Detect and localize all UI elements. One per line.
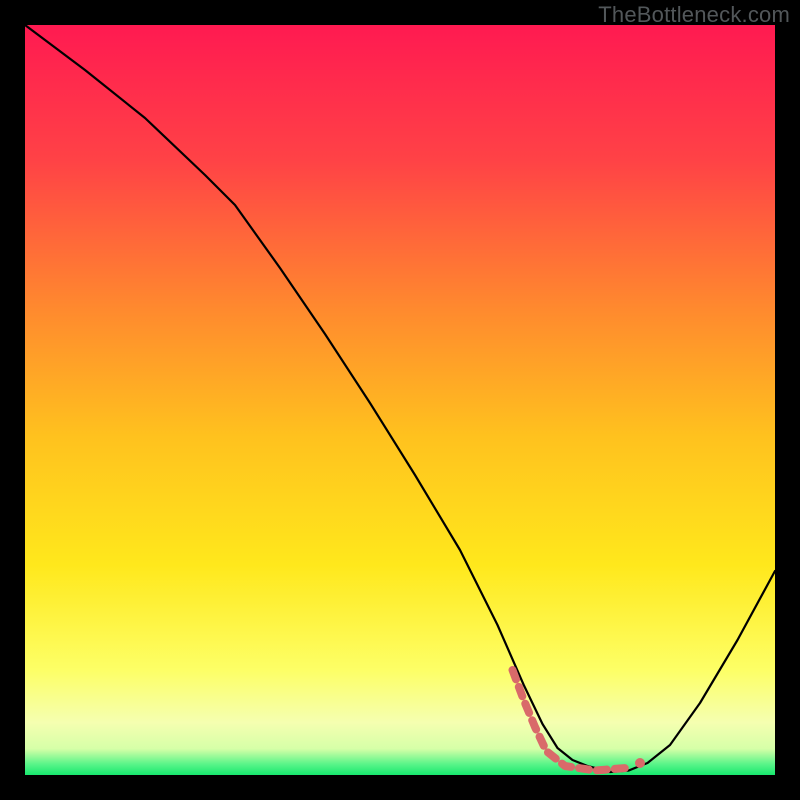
marker-dot xyxy=(635,758,645,768)
series-dashed-marker xyxy=(513,670,633,771)
watermark-text: TheBottleneck.com xyxy=(598,2,790,28)
series-main-curve xyxy=(25,25,775,772)
chart-frame: TheBottleneck.com xyxy=(0,0,800,800)
curve-layer xyxy=(25,25,775,775)
plot-area xyxy=(25,25,775,775)
